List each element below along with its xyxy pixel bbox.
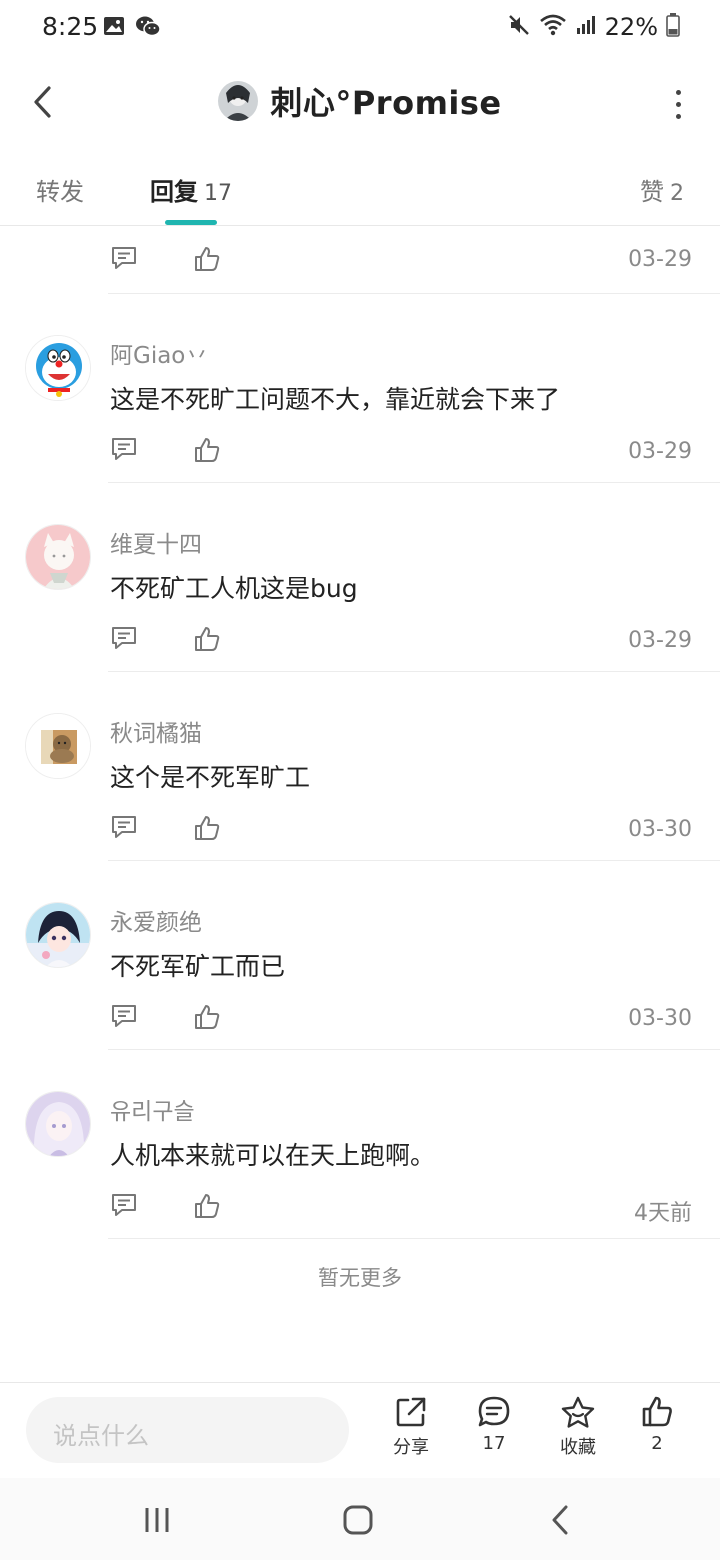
more-dot-icon bbox=[675, 89, 681, 95]
tab-active-indicator bbox=[165, 220, 217, 225]
back-arrow-icon bbox=[552, 1505, 568, 1535]
share-label: 分享 bbox=[393, 1437, 429, 1458]
comment-text: 不死军矿工而已 bbox=[110, 952, 286, 981]
comment-author[interactable]: 阿Giao丷 bbox=[110, 336, 208, 370]
tab-like-label: 赞 bbox=[640, 178, 664, 206]
bottom-action-bar: 说点什么 分享 17 收藏 2 bbox=[0, 1382, 720, 1477]
comment-icon bbox=[478, 1396, 510, 1427]
home-button[interactable] bbox=[338, 1500, 378, 1540]
status-time: 8:25 bbox=[42, 12, 99, 41]
thumbs-up-icon[interactable] bbox=[193, 1003, 221, 1035]
comment-text: 人机本来就可以在天上跑啊。 bbox=[110, 1141, 436, 1170]
tab-like[interactable]: 赞2 bbox=[640, 172, 684, 207]
home-icon bbox=[343, 1505, 373, 1535]
comment-input[interactable]: 说点什么 bbox=[26, 1397, 349, 1463]
comment-author[interactable]: 永爱颜绝 bbox=[110, 903, 202, 937]
thumbs-up-icon[interactable] bbox=[193, 436, 221, 468]
system-nav-bar bbox=[0, 1478, 720, 1560]
comment-author[interactable]: 维夏十四 bbox=[110, 525, 202, 559]
comment-button[interactable]: 17 bbox=[459, 1395, 529, 1454]
page-title: 刺心°Promise bbox=[270, 84, 502, 122]
wifi-icon bbox=[539, 13, 567, 41]
comment-item[interactable]: 维夏十四 不死矿工人机这是bug 03-29 bbox=[0, 483, 720, 671]
comment-item[interactable]: 阿Giao丷 这是不死旷工问题不大，靠近就会下来了 03-29 bbox=[0, 294, 720, 482]
more-options-button[interactable] bbox=[668, 84, 688, 124]
comment-text: 这是不死旷工问题不大，靠近就会下来了 bbox=[110, 385, 561, 414]
recents-icon bbox=[145, 1508, 169, 1532]
tab-reply-label: 回复 bbox=[150, 178, 198, 206]
battery-icon bbox=[666, 13, 680, 41]
no-more-text: 暂无更多 bbox=[318, 1266, 402, 1290]
tab-forward-label: 转发 bbox=[36, 178, 84, 206]
reply-icon[interactable] bbox=[110, 625, 138, 655]
avatar[interactable] bbox=[25, 524, 91, 590]
thumbs-up-icon[interactable] bbox=[193, 814, 221, 846]
tab-reply-count: 17 bbox=[204, 181, 232, 206]
comment-date: 03-29 bbox=[628, 247, 692, 272]
recents-button[interactable] bbox=[137, 1500, 177, 1540]
mute-icon bbox=[507, 13, 531, 41]
battery-percent: 22% bbox=[604, 13, 658, 41]
tab-like-count: 2 bbox=[670, 181, 684, 206]
tab-bar: 转发 回复 17 赞2 bbox=[0, 150, 720, 226]
reply-icon[interactable] bbox=[110, 814, 138, 844]
comment-item[interactable]: 유리구슬 人机本来就可以在天上跑啊。 4天前 bbox=[0, 1050, 720, 1238]
comment-count: 17 bbox=[482, 1433, 506, 1454]
header: 刺心°Promise bbox=[0, 56, 720, 148]
star-icon bbox=[561, 1396, 595, 1428]
comment-input-placeholder: 说点什么 bbox=[53, 1422, 149, 1450]
status-bar: 8:25 22% bbox=[0, 0, 720, 56]
reply-icon[interactable] bbox=[110, 1003, 138, 1033]
comment-date: 03-29 bbox=[628, 628, 692, 653]
divider bbox=[108, 1238, 720, 1239]
tab-forward[interactable]: 转发 bbox=[36, 172, 84, 207]
more-dot-icon bbox=[675, 101, 681, 107]
tab-reply[interactable]: 回复 17 bbox=[150, 172, 232, 207]
comment-actions: 03-29 bbox=[0, 227, 720, 293]
signal-icon bbox=[575, 14, 597, 40]
author-avatar[interactable] bbox=[218, 81, 259, 121]
avatar[interactable] bbox=[25, 335, 91, 401]
reply-icon[interactable] bbox=[110, 1192, 138, 1222]
comment-date: 03-30 bbox=[628, 817, 692, 842]
avatar[interactable] bbox=[25, 1091, 91, 1157]
thumbs-up-icon[interactable] bbox=[193, 625, 221, 657]
favorite-label: 收藏 bbox=[560, 1437, 596, 1458]
reply-icon[interactable] bbox=[110, 436, 138, 466]
like-count: 2 bbox=[651, 1433, 663, 1454]
share-icon bbox=[396, 1397, 426, 1427]
thumbs-up-icon[interactable] bbox=[193, 245, 221, 277]
comment-text: 这个是不死军旷工 bbox=[110, 763, 311, 792]
comment-date: 03-29 bbox=[628, 439, 692, 464]
comment-list: 03-29 阿Giao丷 这是不死旷工问题不大，靠近就会下来了 03-29 维夏… bbox=[0, 227, 720, 1239]
gallery-icon bbox=[103, 16, 125, 40]
system-back-button[interactable] bbox=[540, 1500, 580, 1540]
comment-date: 03-30 bbox=[628, 1006, 692, 1031]
comment-date: 4天前 bbox=[634, 1201, 692, 1226]
comment-item[interactable]: 秋词橘猫 这个是不死军旷工 03-30 bbox=[0, 672, 720, 860]
like-button[interactable]: 2 bbox=[622, 1395, 692, 1454]
comment-author[interactable]: 유리구슬 bbox=[110, 1092, 195, 1126]
favorite-button[interactable]: 收藏 bbox=[543, 1395, 613, 1459]
thumbs-up-icon[interactable] bbox=[193, 1192, 221, 1224]
avatar[interactable] bbox=[25, 902, 91, 968]
thumbs-up-icon bbox=[642, 1396, 672, 1427]
wechat-icon bbox=[135, 15, 161, 41]
more-dot-icon bbox=[675, 113, 681, 119]
comment-text: 不死矿工人机这是bug bbox=[110, 574, 358, 603]
comment-item[interactable]: 永爱颜绝 不死军矿工而已 03-30 bbox=[0, 861, 720, 1049]
reply-icon[interactable] bbox=[110, 245, 138, 275]
comment-author[interactable]: 秋词橘猫 bbox=[110, 714, 202, 748]
avatar[interactable] bbox=[25, 713, 91, 779]
share-button[interactable]: 分享 bbox=[376, 1395, 446, 1459]
